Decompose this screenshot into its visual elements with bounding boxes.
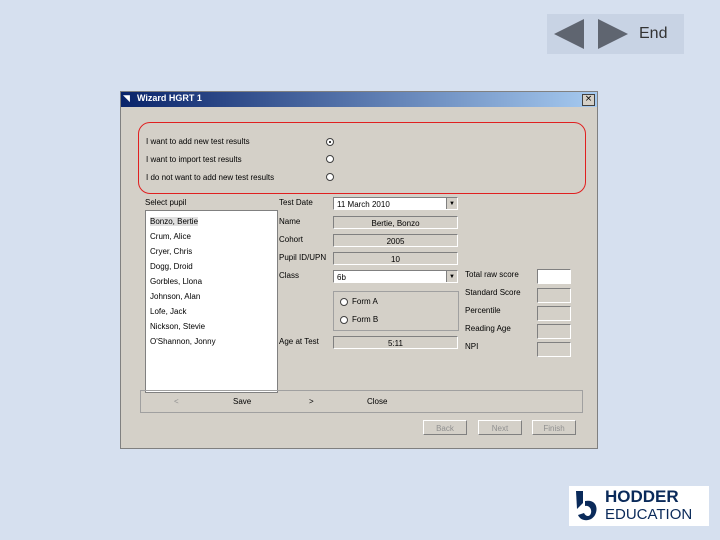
wizard-dialog: ◥ Wizard HGRT 1 × I want to add new test… [120,91,598,449]
hodder-logo-icon [576,491,597,521]
option-import-radio[interactable] [326,155,334,163]
option-none-label: I do not want to add new test results [146,173,275,182]
chevron-down-icon[interactable]: ▼ [446,271,457,282]
record-nav-strip: < Save > Close [140,390,583,413]
name-field: Bertie, Bonzo [333,216,458,229]
next-button[interactable]: Next [478,420,522,435]
option-none-radio[interactable] [326,173,334,181]
form-b-label: Form B [352,315,379,324]
next-slide-button[interactable] [598,19,628,49]
logo-line-2: EDUCATION [605,506,693,523]
test-date-picker[interactable]: 11 March 2010 ▼ [333,197,458,210]
list-item[interactable]: Dogg, Droid [150,262,193,271]
end-button[interactable]: End [639,25,667,43]
list-item[interactable]: Crum, Alice [150,232,191,241]
chevron-down-icon[interactable]: ▼ [446,198,457,209]
standard-score-field [537,288,571,303]
title-bar: ◥ Wizard HGRT 1 × [121,92,597,107]
total-raw-score-label: Total raw score [465,270,519,279]
test-date-label: Test Date [279,198,313,207]
form-b-radio[interactable] [340,316,348,324]
close-button[interactable]: × [582,94,595,106]
prev-record-button[interactable]: < [174,397,179,406]
class-value: 6b [337,273,346,282]
npi-field [537,342,571,357]
previous-slide-button[interactable] [554,19,584,49]
list-item[interactable]: Nickson, Stevie [150,322,205,331]
back-button[interactable]: Back [423,420,467,435]
reading-age-field [537,324,571,339]
list-item[interactable]: Johnson, Alan [150,292,200,301]
percentile-field [537,306,571,321]
age-at-test-field: 5:11 [333,336,458,349]
list-item[interactable]: Lofe, Jack [150,307,186,316]
option-add-radio[interactable] [326,138,334,146]
save-button[interactable]: Save [233,397,251,406]
list-item[interactable]: Gorbles, Llona [150,277,202,286]
next-record-button[interactable]: > [309,397,314,406]
form-a-radio[interactable] [340,298,348,306]
option-import-label: I want to import test results [146,155,242,164]
reading-age-label: Reading Age [465,324,511,333]
logo-line-1: HODDER [605,487,679,506]
close-record-button[interactable]: Close [367,397,387,406]
age-at-test-label: Age at Test [279,337,319,346]
pupil-list[interactable]: Bonzo, Bertie Crum, Alice Cryer, Chris D… [145,210,278,393]
percentile-label: Percentile [465,306,501,315]
test-date-value: 11 March 2010 [337,200,390,209]
upn-field: 10 [333,252,458,265]
finish-button[interactable]: Finish [532,420,576,435]
npi-label: NPI [465,342,479,351]
slide-nav: End [547,14,684,54]
name-label: Name [279,217,301,226]
option-add-label: I want to add new test results [146,137,250,146]
cohort-label: Cohort [279,235,304,244]
upn-label: Pupil ID/UPN [279,253,327,262]
cohort-field: 2005 [333,234,458,247]
app-icon: ◥ [123,94,130,104]
class-select[interactable]: 6b ▼ [333,270,458,283]
class-label: Class [279,271,300,280]
total-raw-score-input[interactable] [537,269,571,284]
list-item[interactable]: O'Shannon, Jonny [150,337,216,346]
select-pupil-label: Select pupil [145,198,187,207]
hodder-education-logo: HODDER EDUCATION [569,486,709,526]
list-item[interactable]: Cryer, Chris [150,247,192,256]
form-a-label: Form A [352,297,378,306]
form-radio-group: Form A Form B [333,291,459,331]
list-item[interactable]: Bonzo, Bertie [150,217,199,226]
dialog-title: Wizard HGRT 1 [137,93,202,103]
standard-score-label: Standard Score [465,288,521,297]
